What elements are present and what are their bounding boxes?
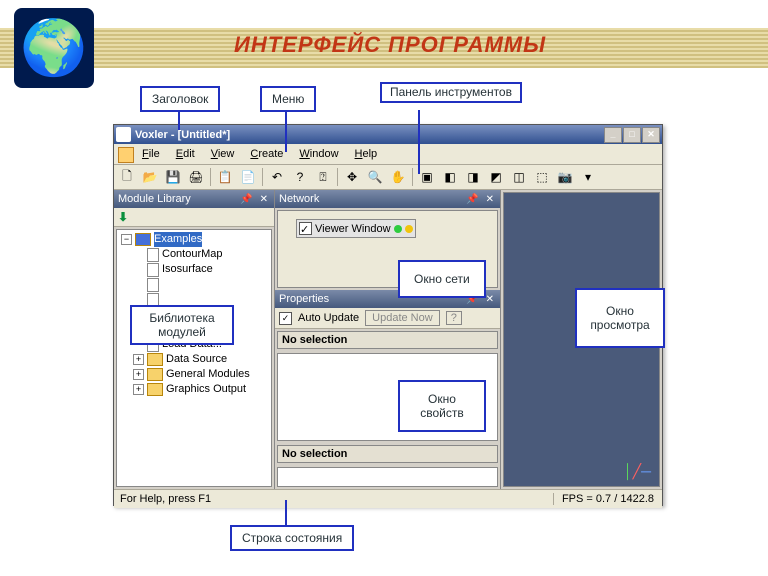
move-icon[interactable]: ✥ <box>341 166 363 188</box>
expand-icon[interactable]: + <box>133 369 144 380</box>
view-yz-icon[interactable]: ◩ <box>485 166 507 188</box>
doc-icon <box>147 278 159 292</box>
folder-icon <box>147 368 163 381</box>
toolbar: 🗋 📂 💾 🖨 📋 📄 ↶ ? ⍰ ✥ 🔍 ✋ ▣ ◧ ◨ ◩ ◫ ⬚ 📷 ▾ <box>114 165 662 190</box>
view-xz-icon[interactable]: ◨ <box>462 166 484 188</box>
callout-status: Строка состояния <box>230 525 354 551</box>
axes-gizmo-icon: │╱─ <box>624 463 651 480</box>
tree-item[interactable]: ContourMap <box>162 247 223 262</box>
zoom-icon[interactable]: 🔍 <box>364 166 386 188</box>
led-yellow-icon <box>405 225 413 233</box>
collapse-icon[interactable]: − <box>121 234 132 245</box>
tree-item[interactable]: Graphics Output <box>166 382 246 397</box>
status-bar: For Help, press F1 FPS = 0.7 / 1422.8 <box>114 489 662 508</box>
expand-icon[interactable]: + <box>133 384 144 395</box>
pan-icon[interactable]: ✋ <box>387 166 409 188</box>
network-header[interactable]: Network 📌 ✕ <box>275 190 500 208</box>
window-title: Voxler - [Untitled*] <box>135 129 604 141</box>
help-small-button[interactable]: ? <box>446 311 462 325</box>
no-selection-2: No selection <box>277 445 498 463</box>
tree-root[interactable]: Examples <box>154 232 202 247</box>
menu-help[interactable]: Help <box>347 148 386 160</box>
properties-toolbar: ✓ Auto Update Update Now ? <box>275 308 500 329</box>
new-icon[interactable]: 🗋 <box>116 166 138 188</box>
folder-icon <box>135 233 151 246</box>
callout-props: Окно свойств <box>398 380 486 432</box>
globe-icon: 🌍 <box>14 8 94 88</box>
tree-item[interactable]: General Modules <box>166 367 250 382</box>
auto-update-checkbox[interactable]: ✓ <box>279 312 292 325</box>
tree-item[interactable] <box>162 277 165 292</box>
open-icon[interactable]: 📂 <box>139 166 161 188</box>
status-fps: FPS = 0.7 / 1422.8 <box>553 493 662 505</box>
maximize-button[interactable]: □ <box>623 127 641 143</box>
down-arrow-icon[interactable]: ⬇ <box>118 210 128 224</box>
close-button[interactable]: ✕ <box>642 127 660 143</box>
tree-item[interactable]: Data Source <box>166 352 227 367</box>
module-tree[interactable]: −Examples ContourMap Isosurface at Load … <box>116 229 272 487</box>
callout-menu: Меню <box>260 86 316 112</box>
auto-update-label: Auto Update <box>298 312 359 324</box>
library-toolbar: ⬇ <box>114 208 274 227</box>
callout-network: Окно сети <box>398 260 486 298</box>
copy-icon[interactable]: 📋 <box>214 166 236 188</box>
properties-footer <box>277 467 498 487</box>
doc-icon <box>147 263 159 277</box>
camera-icon[interactable]: 📷 <box>554 166 576 188</box>
doc-icon <box>147 248 159 262</box>
led-green-icon <box>394 225 402 233</box>
view-xy-icon[interactable]: ◧ <box>439 166 461 188</box>
cube-icon[interactable]: ◫ <box>508 166 530 188</box>
menu-file[interactable]: File <box>134 148 168 160</box>
library-header[interactable]: Module Library 📌 ✕ <box>114 190 274 208</box>
folder-icon <box>147 353 163 366</box>
help-icon[interactable]: ? <box>289 166 311 188</box>
save-icon[interactable]: 💾 <box>162 166 184 188</box>
cube2-icon[interactable]: ⬚ <box>531 166 553 188</box>
menu-view[interactable]: View <box>203 148 243 160</box>
pin-icon[interactable]: 📌 ✕ <box>466 194 496 205</box>
paste-icon[interactable]: 📄 <box>237 166 259 188</box>
menubar[interactable]: File Edit View Create Window Help <box>114 144 662 165</box>
folder-icon <box>147 383 163 396</box>
whatsthis-icon[interactable]: ⍰ <box>312 166 334 188</box>
callout-library: Библиотека модулей <box>130 305 234 345</box>
slide-title: ИНТЕРФЕЙС ПРОГРАММЫ <box>234 32 546 58</box>
tree-item[interactable]: Isosurface <box>162 262 213 277</box>
callout-viewer: Окно просмотра <box>575 288 665 348</box>
mdi-icon <box>118 147 134 163</box>
status-help: For Help, press F1 <box>114 493 553 505</box>
app-icon <box>116 127 131 142</box>
titlebar[interactable]: Voxler - [Untitled*] _ □ ✕ <box>114 125 662 144</box>
expand-icon[interactable]: + <box>133 354 144 365</box>
dropdown-icon[interactable]: ▾ <box>577 166 599 188</box>
undo-icon[interactable]: ↶ <box>266 166 288 188</box>
callout-toolbar: Панель инструментов <box>380 82 522 103</box>
checkbox-icon[interactable]: ✓ <box>299 222 312 235</box>
no-selection-1: No selection <box>277 331 498 349</box>
menu-edit[interactable]: Edit <box>168 148 203 160</box>
network-node[interactable]: ✓ Viewer Window <box>296 219 416 238</box>
callout-titlebar: Заголовок <box>140 86 220 112</box>
print-icon[interactable]: 🖨 <box>185 166 207 188</box>
menu-window[interactable]: Window <box>291 148 346 160</box>
pin-icon[interactable]: 📌 ✕ <box>240 194 270 205</box>
minimize-button[interactable]: _ <box>604 127 622 143</box>
update-now-button[interactable]: Update Now <box>365 310 440 326</box>
